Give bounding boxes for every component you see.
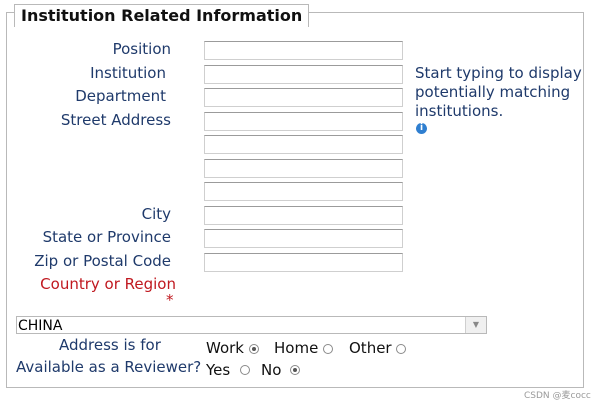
institution-label: Institution <box>90 64 166 82</box>
street-address-line1[interactable] <box>204 112 403 131</box>
address-other-label[interactable]: Other <box>349 339 392 357</box>
address-other-radio[interactable] <box>396 344 406 354</box>
street-address-label: Street Address <box>60 111 171 129</box>
reviewer-yes-label[interactable]: Yes <box>206 361 230 379</box>
country-select[interactable]: CHINA ▼ <box>16 316 487 334</box>
required-marker: * <box>166 291 174 309</box>
address-for-label: Address is for <box>59 336 161 354</box>
reviewer-label: Available as a Reviewer? <box>16 358 202 376</box>
address-work-label[interactable]: Work <box>206 339 244 357</box>
section-legend: Institution Related Information <box>14 4 310 27</box>
info-icon[interactable]: i <box>416 123 427 134</box>
position-input[interactable] <box>204 41 403 60</box>
reviewer-no-label[interactable]: No <box>261 361 281 379</box>
department-input[interactable] <box>204 88 403 107</box>
street-address-line2[interactable] <box>204 135 403 154</box>
zip-input[interactable] <box>204 253 403 272</box>
street-address-line3[interactable] <box>204 159 403 178</box>
reviewer-yes-radio[interactable] <box>240 365 250 375</box>
dropdown-arrow-icon[interactable]: ▼ <box>465 317 486 333</box>
state-label: State or Province <box>42 228 171 246</box>
country-label: Country or Region <box>40 275 176 293</box>
street-address-line4[interactable] <box>204 182 403 201</box>
department-label: Department <box>75 87 166 105</box>
address-home-label[interactable]: Home <box>274 339 318 357</box>
zip-label: Zip or Postal Code <box>34 252 171 270</box>
reviewer-no-radio[interactable] <box>290 365 300 375</box>
watermark: CSDN @麦cocc <box>524 391 591 401</box>
position-label: Position <box>112 40 171 58</box>
institution-input[interactable] <box>204 65 403 84</box>
city-label: City <box>141 205 171 223</box>
institution-hint: Start typing to display potentially matc… <box>415 64 582 120</box>
city-input[interactable] <box>204 206 403 225</box>
address-home-radio[interactable] <box>323 344 333 354</box>
country-selected-value: CHINA <box>18 318 63 334</box>
address-work-radio[interactable] <box>249 344 259 354</box>
state-input[interactable] <box>204 229 403 248</box>
